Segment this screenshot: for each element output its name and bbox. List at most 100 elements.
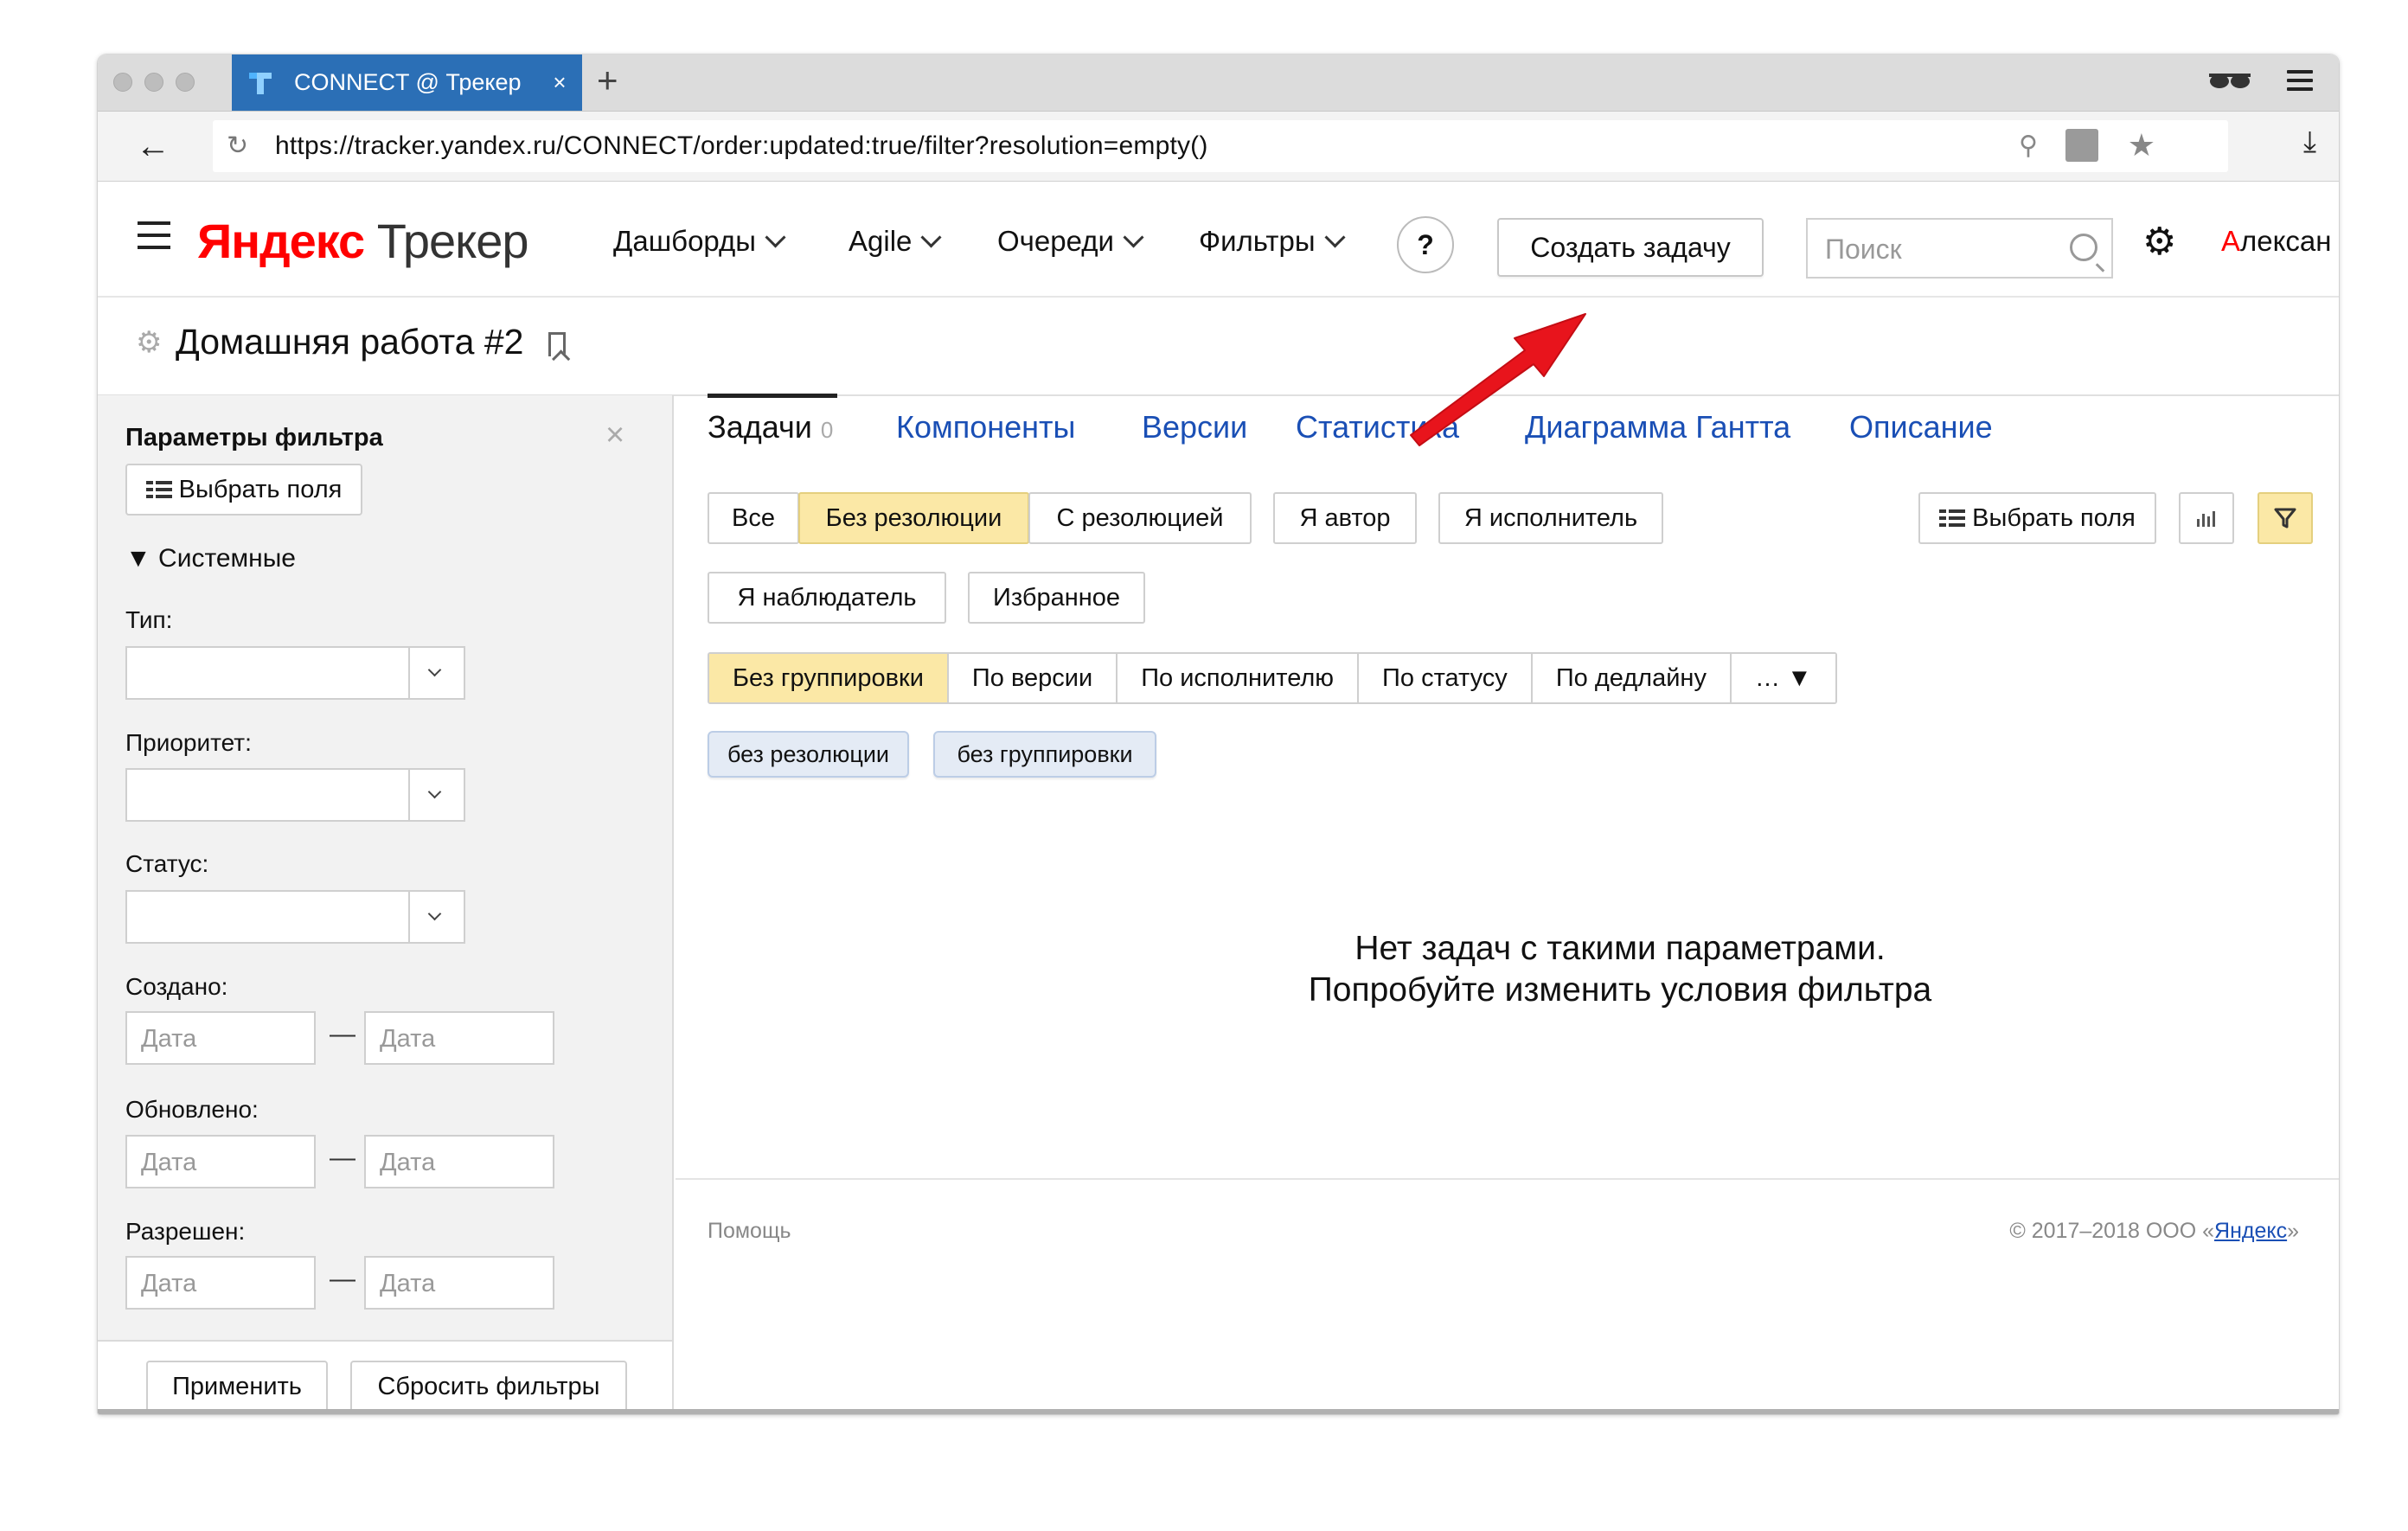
columns-icon bbox=[145, 479, 172, 500]
nav-filters[interactable]: Фильтры bbox=[1199, 225, 1346, 258]
zoom-window-button[interactable] bbox=[176, 73, 195, 92]
bookmark-star-icon[interactable]: ★ bbox=[2128, 127, 2155, 163]
main-choose-fields-button[interactable]: Выбрать поля bbox=[1918, 492, 2156, 544]
nav-filters-label: Фильтры bbox=[1199, 225, 1316, 257]
type-select[interactable] bbox=[125, 646, 465, 700]
tab-close-icon[interactable]: × bbox=[542, 69, 577, 96]
copyright: © 2017–2018 ООО «Яндекс» bbox=[2009, 1219, 2299, 1244]
footer-divider bbox=[676, 1178, 2339, 1180]
url-field[interactable]: ↻ https://tracker.yandex.ru/CONNECT/orde… bbox=[213, 120, 2228, 172]
dropdown-chevron-icon[interactable] bbox=[408, 770, 464, 820]
browser-window: CONNECT @ Трекер × + ← ↻ https://tracker… bbox=[98, 54, 2339, 1414]
search-icon[interactable] bbox=[2070, 234, 2097, 261]
updated-label: Обновлено: bbox=[125, 1096, 259, 1123]
filter-toggle-button[interactable] bbox=[2258, 492, 2313, 544]
copyright-prefix: © 2017–2018 ООО « bbox=[2009, 1219, 2215, 1243]
tab-versions[interactable]: Версии bbox=[1142, 409, 1247, 445]
nav-queues[interactable]: Очереди bbox=[997, 225, 1144, 258]
filter-with-resolution-button[interactable]: С резолюцией bbox=[1028, 492, 1252, 544]
group-more-button[interactable]: … ▼ bbox=[1731, 654, 1835, 702]
search-placeholder: Поиск bbox=[1825, 234, 1902, 265]
chart-view-button[interactable] bbox=[2179, 492, 2234, 544]
yandex-tracker-logo[interactable]: Яндекс Трекер bbox=[197, 213, 529, 269]
filter-favorites-button[interactable]: Избранное bbox=[968, 572, 1145, 624]
filter-i-watcher-button[interactable]: Я наблюдатель bbox=[708, 572, 946, 624]
back-arrow-icon[interactable]: ← bbox=[136, 127, 170, 166]
dropdown-chevron-icon[interactable] bbox=[408, 648, 464, 698]
incognito-glasses-icon[interactable] bbox=[2207, 68, 2252, 94]
browser-menu-icon[interactable] bbox=[2287, 70, 2313, 96]
reset-filters-button[interactable]: Сбросить фильтры bbox=[350, 1361, 627, 1412]
bar-chart-icon bbox=[2197, 511, 2215, 527]
user-name[interactable]: Алексан bbox=[2221, 225, 2332, 258]
filter-i-author-button[interactable]: Я автор bbox=[1273, 492, 1417, 544]
help-button[interactable]: ? bbox=[1397, 216, 1454, 273]
copyright-suffix: » bbox=[2287, 1219, 2299, 1243]
columns-icon bbox=[1939, 508, 1966, 528]
close-window-button[interactable] bbox=[113, 73, 132, 92]
system-section-toggle[interactable]: ▼ Системные bbox=[125, 544, 296, 573]
resolved-label: Разрешен: bbox=[125, 1218, 246, 1245]
tab-description[interactable]: Описание bbox=[1849, 409, 1993, 445]
url-text[interactable]: https://tracker.yandex.ru/CONNECT/order:… bbox=[275, 131, 1208, 161]
created-to-date[interactable]: Дата bbox=[364, 1011, 554, 1065]
filter-settings-gear-icon[interactable]: ⚙ bbox=[136, 325, 162, 360]
created-from-date[interactable]: Дата bbox=[125, 1011, 316, 1065]
minimize-window-button[interactable] bbox=[144, 73, 163, 92]
filter-all-button[interactable]: Все bbox=[708, 492, 799, 544]
resolved-from-date[interactable]: Дата bbox=[125, 1256, 316, 1310]
group-by-version-button[interactable]: По версии bbox=[948, 654, 1118, 702]
lock-icon[interactable] bbox=[2065, 129, 2098, 162]
main-menu-icon[interactable] bbox=[138, 221, 170, 258]
sidebar-close-icon[interactable]: × bbox=[605, 417, 624, 454]
active-grouping-chip[interactable]: без группировки bbox=[933, 731, 1156, 778]
zoom-icon[interactable]: ⚲ bbox=[2019, 131, 2038, 161]
window-bottom-edge bbox=[98, 1409, 2339, 1414]
app-header: Яндекс Трекер Дашборды Agile Очереди Фил… bbox=[98, 182, 2339, 298]
reload-icon[interactable]: ↻ bbox=[227, 131, 248, 161]
group-by-deadline-button[interactable]: По дедлайну bbox=[1532, 654, 1732, 702]
status-select[interactable] bbox=[125, 890, 465, 944]
download-icon[interactable]: ⤓ bbox=[2303, 125, 2316, 159]
updated-to-date[interactable]: Дата bbox=[364, 1135, 554, 1188]
type-label: Тип: bbox=[125, 606, 173, 633]
apply-button[interactable]: Применить bbox=[146, 1361, 328, 1412]
group-by-status-button[interactable]: По статусу bbox=[1359, 654, 1533, 702]
settings-gear-icon[interactable]: ⚙ bbox=[2142, 220, 2176, 264]
filter-no-resolution-button[interactable]: Без резолюции bbox=[798, 492, 1029, 544]
browser-tab-active[interactable]: CONNECT @ Трекер × bbox=[232, 54, 582, 111]
page-title: Домашняя работа #2 bbox=[176, 322, 524, 362]
browser-tab-bar: CONNECT @ Трекер × + bbox=[98, 54, 2339, 112]
empty-state-line2: Попробуйте изменить условия фильтра bbox=[1308, 971, 1932, 1009]
date-range-dash: — bbox=[330, 1143, 355, 1172]
sidebar-choose-fields-button[interactable]: Выбрать поля bbox=[125, 464, 362, 516]
dropdown-chevron-icon[interactable] bbox=[408, 892, 464, 942]
created-label: Создано: bbox=[125, 973, 228, 1000]
user-name-rest: лексан bbox=[2240, 225, 2332, 257]
updated-from-date[interactable]: Дата bbox=[125, 1135, 316, 1188]
chevron-down-icon bbox=[1123, 227, 1144, 248]
search-input[interactable]: Поиск bbox=[1806, 218, 2113, 279]
tab-tasks[interactable]: Задачи 0 bbox=[708, 409, 833, 445]
filter-i-assignee-button[interactable]: Я исполнитель bbox=[1438, 492, 1663, 544]
logo-yandex: Яндекс bbox=[197, 214, 365, 268]
group-none-button[interactable]: Без группировки bbox=[709, 654, 949, 702]
priority-label: Приоритет: bbox=[125, 729, 252, 756]
resolved-to-date[interactable]: Дата bbox=[364, 1256, 554, 1310]
footer-help-link[interactable]: Помощь bbox=[708, 1219, 791, 1244]
group-by-assignee-button[interactable]: По исполнителю bbox=[1118, 654, 1360, 702]
priority-select[interactable] bbox=[125, 768, 465, 822]
browser-address-bar: ← ↻ https://tracker.yandex.ru/CONNECT/or… bbox=[98, 112, 2339, 182]
create-task-button[interactable]: Создать задачу bbox=[1497, 218, 1764, 277]
main-choose-fields-label: Выбрать поля bbox=[1972, 503, 2136, 532]
nav-dashboards[interactable]: Дашборды bbox=[613, 225, 786, 258]
nav-agile[interactable]: Agile bbox=[849, 225, 942, 258]
active-filter-chip[interactable]: без резолюции bbox=[708, 731, 909, 778]
bookmark-icon[interactable] bbox=[548, 332, 566, 356]
new-tab-button[interactable]: + bbox=[597, 60, 618, 101]
yandex-link[interactable]: Яндекс bbox=[2214, 1219, 2287, 1243]
tasks-count: 0 bbox=[820, 417, 834, 443]
tab-components[interactable]: Компоненты bbox=[896, 409, 1075, 445]
grouping-segmented-control: Без группировки По версии По исполнителю… bbox=[708, 652, 1837, 704]
chevron-down-icon bbox=[920, 227, 942, 248]
